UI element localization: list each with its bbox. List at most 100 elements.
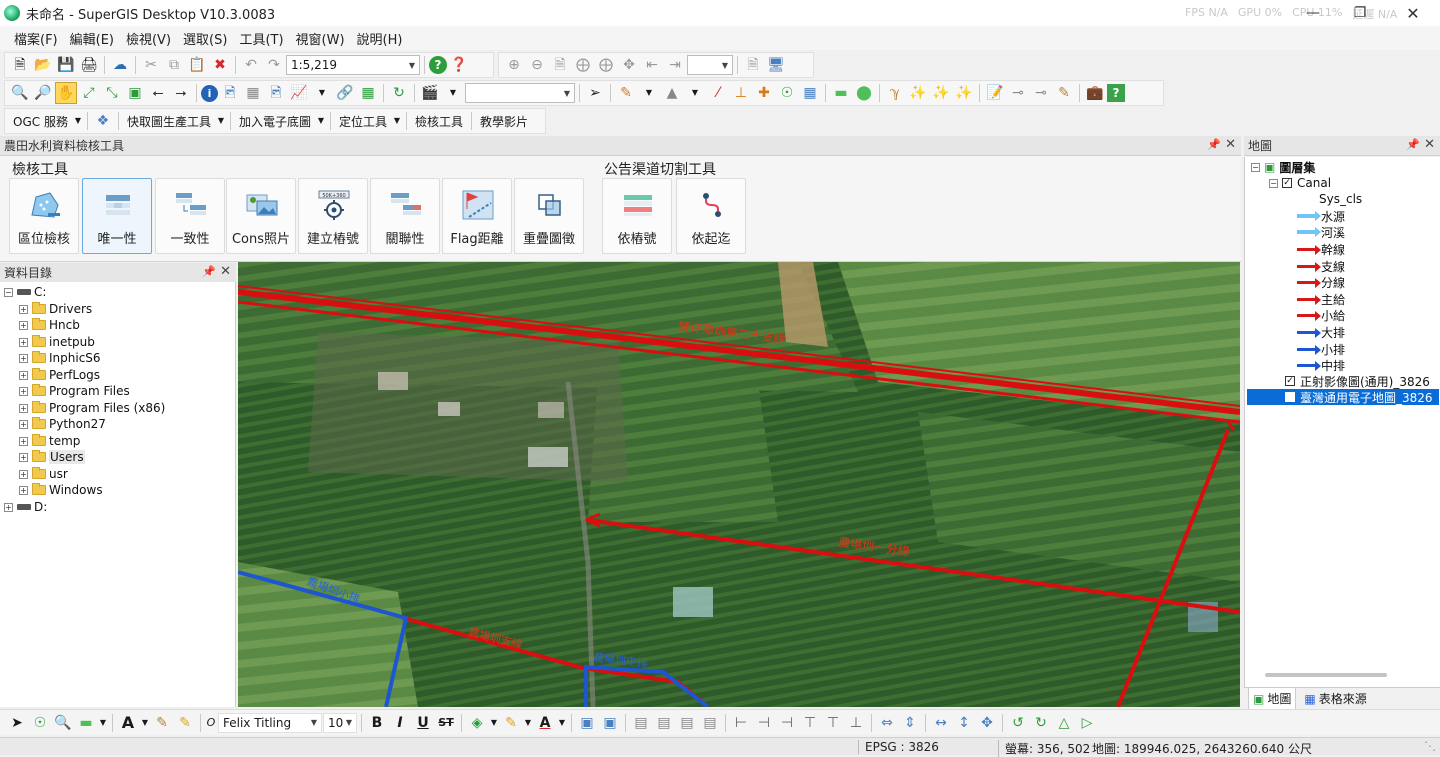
vertex-add-icon[interactable]: ⊸ xyxy=(1007,82,1029,104)
check-tool-button[interactable]: 檢核工具 xyxy=(411,113,467,130)
sketch-pencil-icon[interactable]: ✎ xyxy=(615,82,637,104)
text-tool-icon[interactable]: A xyxy=(117,712,139,734)
cache-tool-menu[interactable]: 快取圖生產工具 xyxy=(123,113,215,130)
chevron-down-icon[interactable]: ▼ xyxy=(73,110,83,132)
tree-node-folder[interactable]: + Drivers xyxy=(19,301,92,317)
tree-node-folder[interactable]: + Windows xyxy=(19,482,103,498)
layer-orthophoto[interactable]: ✓ 正射影像圖(通用)_3826 xyxy=(1285,373,1430,389)
forward-arrow-icon[interactable]: ⭢ xyxy=(170,82,192,104)
close-panel-icon[interactable]: ✕ xyxy=(1424,137,1435,152)
layer-visible-checkbox[interactable]: ✓ xyxy=(1282,178,1292,188)
attribute-table-icon[interactable]: ▦ xyxy=(242,82,264,104)
grid-select-icon[interactable]: ▦ xyxy=(357,82,379,104)
collapse-icon[interactable]: − xyxy=(1269,178,1278,188)
toolbox-icon[interactable]: 💼 xyxy=(1084,82,1106,104)
minimize-button[interactable]: — xyxy=(1290,0,1336,26)
snap-point-icon[interactable]: ☉ xyxy=(776,82,798,104)
tree-node-folder[interactable]: + temp xyxy=(19,433,80,449)
edit-vertices-icon[interactable]: ▲ xyxy=(661,82,683,104)
align-middle-icon[interactable]: ⊤ xyxy=(822,712,844,734)
full-extent-icon[interactable]: ⨁ xyxy=(572,54,594,76)
by-stake-button[interactable]: 依樁號 xyxy=(602,178,672,254)
fill-color-icon[interactable]: ◈ xyxy=(466,712,488,734)
ellipse-icon[interactable]: ⬤ xyxy=(853,82,875,104)
expand-icon[interactable]: + xyxy=(19,403,28,413)
cons-photo-button[interactable]: Cons照片 xyxy=(226,178,296,254)
align-top-icon[interactable]: ⊤ xyxy=(799,712,821,734)
expand-icon[interactable]: + xyxy=(19,469,28,479)
bold-button[interactable]: B xyxy=(366,712,388,734)
send-backward-icon[interactable]: ▤ xyxy=(699,712,721,734)
align-left-icon[interactable]: ⊢ xyxy=(730,712,752,734)
by-start-end-button[interactable]: 依起迄 xyxy=(676,178,746,254)
context-help-icon[interactable]: ❓ xyxy=(448,54,470,76)
edit-pointer-icon[interactable]: ➢ xyxy=(584,82,606,104)
merge-icon[interactable]: ✨ xyxy=(907,82,929,104)
select-feature-icon[interactable]: 🖻 xyxy=(219,82,241,104)
add-basemap-menu[interactable]: 加入電子底圖 xyxy=(235,113,315,130)
label-icon[interactable]: ✎ xyxy=(174,712,196,734)
tree-node-folder[interactable]: + Python27 xyxy=(19,416,106,432)
strikethrough-button[interactable]: ST xyxy=(435,712,457,734)
pan-page-icon[interactable]: ✥ xyxy=(618,54,640,76)
chevron-down-icon[interactable]: ▼ xyxy=(557,712,567,734)
vertex-remove-icon[interactable]: ⊸ xyxy=(1030,82,1052,104)
align-center-icon[interactable]: ⊣ xyxy=(753,712,775,734)
print-icon[interactable]: 🖨 xyxy=(78,54,100,76)
send-back-icon[interactable]: ▤ xyxy=(653,712,675,734)
pan-hand-icon[interactable]: ✋ xyxy=(55,82,77,104)
expand-icon[interactable]: + xyxy=(19,320,28,330)
layout-view-icon[interactable]: 🗎 xyxy=(742,54,764,76)
expand-icon[interactable]: + xyxy=(19,304,28,314)
tree-node-folder[interactable]: + Program Files (x86) xyxy=(19,400,165,416)
menu-edit[interactable]: 編輯(E) xyxy=(64,29,120,48)
movie-clapper-icon[interactable]: 🎬 xyxy=(419,82,441,104)
rotate-right-icon[interactable]: ↻ xyxy=(1030,712,1052,734)
close-window-button[interactable]: ✕ xyxy=(1390,0,1436,26)
copy-icon[interactable]: ⧉ xyxy=(163,54,185,76)
italic-button[interactable]: I xyxy=(389,712,411,734)
maximize-button[interactable]: ❐ xyxy=(1337,0,1383,26)
rotate-icon[interactable]: ☉ xyxy=(29,712,51,734)
close-panel-icon[interactable]: ✕ xyxy=(220,264,231,279)
layout-zoom-combo[interactable]: ▼ xyxy=(687,55,733,75)
menu-file[interactable]: 檔案(F) xyxy=(8,29,64,48)
chevron-down-icon[interactable]: ▼ xyxy=(442,82,464,104)
ungroup-icon[interactable]: ▣ xyxy=(599,712,621,734)
align-bottom-icon[interactable]: ⊥ xyxy=(845,712,867,734)
group-icon[interactable]: ▣ xyxy=(576,712,598,734)
chevron-down-icon[interactable]: ▼ xyxy=(523,712,533,734)
data-view-icon[interactable]: 🖥 xyxy=(765,54,787,76)
layer-visible-checkbox[interactable]: ✓ xyxy=(1285,376,1295,386)
chevron-down-icon[interactable]: ▼ xyxy=(311,82,333,104)
same-size-icon[interactable]: ✥ xyxy=(976,712,998,734)
distribute-h-icon[interactable]: ⇔ xyxy=(876,712,898,734)
flip-horizontal-icon[interactable]: △ xyxy=(1053,712,1075,734)
undo-icon[interactable]: ↶ xyxy=(240,54,262,76)
rotate-left-icon[interactable]: ↺ xyxy=(1007,712,1029,734)
perpendicular-icon[interactable]: ⊥ xyxy=(730,82,752,104)
resize-grip-icon[interactable]: ⋱ xyxy=(1424,739,1436,753)
align-right-icon[interactable]: ⊣ xyxy=(776,712,798,734)
location-check-button[interactable]: 區位檢核 xyxy=(9,178,79,254)
expand-icon[interactable]: + xyxy=(19,452,28,462)
new-document-icon[interactable]: 🗎 xyxy=(9,54,31,76)
identify-icon[interactable]: i xyxy=(201,84,218,102)
collapse-icon[interactable]: − xyxy=(1251,162,1260,172)
zoom-extent-box-icon[interactable]: ▣ xyxy=(124,82,146,104)
link-tool-icon[interactable]: 🔗 xyxy=(334,82,356,104)
tree-node-folder[interactable]: + Users xyxy=(19,449,85,465)
bring-front-icon[interactable]: ▤ xyxy=(630,712,652,734)
tutorial-video-button[interactable]: 教學影片 xyxy=(476,113,532,130)
redo-icon[interactable]: ↷ xyxy=(263,54,285,76)
font-size-combo[interactable]: 10 ▼ xyxy=(323,712,357,733)
select-arrow-icon[interactable]: ➤ xyxy=(6,712,28,734)
hyperlink-icon[interactable]: 🖻 xyxy=(265,82,287,104)
flip-vertical-icon[interactable]: ▷ xyxy=(1076,712,1098,734)
pin-icon[interactable]: 📌 xyxy=(202,265,216,278)
expand-icon[interactable]: + xyxy=(19,436,28,446)
layers-stack-icon[interactable]: ❖ xyxy=(92,110,114,132)
horizontal-scrollbar[interactable] xyxy=(1265,673,1387,677)
same-width-icon[interactable]: ↔ xyxy=(930,712,952,734)
menu-tools[interactable]: 工具(T) xyxy=(233,29,289,48)
